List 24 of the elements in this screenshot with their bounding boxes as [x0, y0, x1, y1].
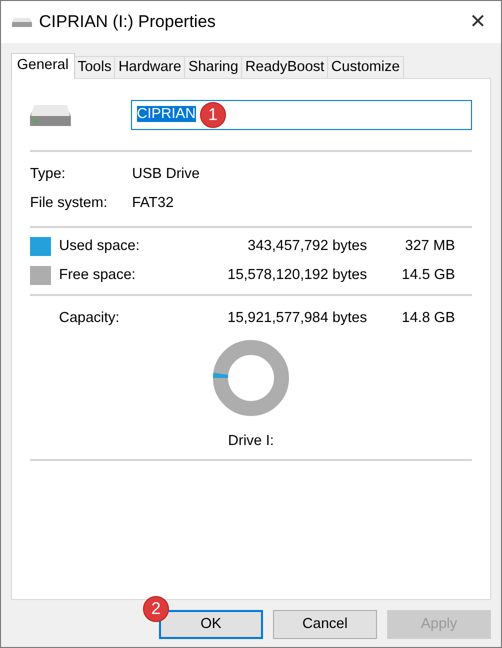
tab[interactable]: General: [11, 53, 75, 79]
dialog-button[interactable]: Cancel: [273, 610, 377, 639]
dialog-button[interactable]: OK: [159, 610, 263, 639]
size-value: 327 MB: [404, 236, 455, 256]
size-value: 14.5 GB: [400, 266, 455, 285]
callout-badge: 1: [200, 102, 226, 128]
space-label: Free space:: [59, 266, 137, 285]
field-value: USB Drive: [132, 164, 200, 184]
close-button[interactable]: ✕: [455, 1, 501, 43]
size-value: 14.8 GB: [400, 308, 455, 328]
drive-label: Drive I:: [227, 432, 275, 451]
drive-icon: [30, 104, 71, 126]
bytes-value: 15,578,120,192 bytes: [226, 266, 367, 285]
space-label: Used space:: [59, 236, 141, 256]
capacity-label: Capacity:: [59, 308, 120, 328]
field-label: File system:: [30, 194, 108, 213]
drive-icon: [12, 17, 32, 27]
bytes-value: 343,457,792 bytes: [246, 236, 367, 256]
field-value: FAT32: [132, 194, 174, 213]
window-title: CIPRIAN (I:) Properties: [39, 11, 217, 34]
tab[interactable]: Customize: [327, 56, 404, 78]
name-field[interactable]: CIPRIAN 1: [130, 100, 472, 130]
bytes-value: 15,921,577,984 bytes: [226, 308, 367, 328]
field-label: Type:: [30, 164, 66, 184]
